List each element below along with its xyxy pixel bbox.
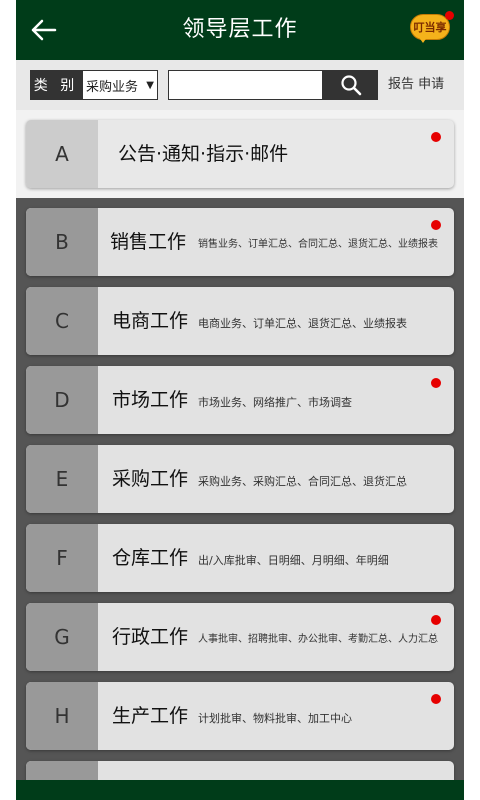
search-bar: 类 别 采购业务 ▼ 报告 申请 [16, 60, 464, 110]
module-card[interactable]: C 电商工作 电商业务、订单汇总、退货汇总、业绩报表 [26, 287, 454, 355]
module-card[interactable]: E 采购工作 采购业务、采购汇总、合同汇总、退货汇总 [26, 445, 454, 513]
card-title: 行政工作 [112, 626, 189, 648]
page-title: 领导层工作 [182, 17, 298, 42]
card-title: 公告·通知·指示·邮件 [118, 143, 289, 165]
card-letter: D [26, 366, 98, 434]
notice-section: A 公告·通知·指示·邮件 [16, 110, 464, 198]
notice-card[interactable]: A 公告·通知·指示·邮件 [26, 120, 454, 188]
category-value: 采购业务 [86, 79, 139, 95]
card-letter: G [26, 603, 98, 671]
app-logo[interactable]: 叮当享 [410, 11, 454, 44]
bottom-bar [16, 780, 464, 800]
card-letter [26, 761, 98, 780]
category-label: 类 别 [30, 70, 82, 100]
logo-bubble: 叮当享 [410, 14, 450, 40]
notification-dot [431, 132, 441, 142]
card-title: 生产工作 [112, 705, 189, 727]
search-input[interactable] [168, 70, 323, 100]
notification-dot [431, 220, 441, 230]
module-card[interactable]: D 市场工作 市场业务、网络推广、市场调查 [26, 366, 454, 434]
module-card[interactable] [26, 761, 454, 780]
card-letter: C [26, 287, 98, 355]
module-card[interactable]: H 生产工作 计划批审、物料批审、加工中心 [26, 682, 454, 750]
search-icon [340, 75, 361, 96]
card-title: 仓库工作 [112, 547, 189, 569]
category-select[interactable]: 采购业务 ▼ [82, 70, 158, 100]
module-card[interactable]: F 仓库工作 出/入库批审、日明细、月明细、年明细 [26, 524, 454, 592]
card-description: 市场业务、网络推广、市场调查 [198, 396, 352, 409]
card-title: 市场工作 [112, 389, 189, 411]
card-description: 销售业务、订单汇总、合同汇总、退货汇总、业绩报表 [198, 239, 438, 250]
notification-dot [431, 694, 441, 704]
card-letter: H [26, 682, 98, 750]
top-bar: 领导层工作 叮当享 [16, 0, 464, 60]
module-card[interactable]: G 行政工作 人事批审、招聘批审、办公批审、考勤汇总、人力汇总 [26, 603, 454, 671]
card-description: 电商业务、订单汇总、退货汇总、业绩报表 [198, 317, 407, 330]
card-description: 人事批审、招聘批审、办公批审、考勤汇总、人力汇总 [198, 634, 438, 645]
notification-dot [431, 378, 441, 388]
card-letter: E [26, 445, 98, 513]
card-title: 电商工作 [112, 310, 189, 332]
card-letter: F [26, 524, 98, 592]
card-description: 计划批审、物料批审、加工中心 [198, 712, 352, 725]
card-description: 采购业务、采购汇总、合同汇总、退货汇总 [198, 475, 407, 488]
notification-dot [431, 615, 441, 625]
module-list: B 销售工作 销售业务、订单汇总、合同汇总、退货汇总、业绩报表 C 电商工作 电商业务、订… [16, 198, 464, 780]
app-frame: 领导层工作 叮当享 类 别 采购业务 ▼ 报告 申请 A 公告·通知·指示·邮件… [16, 0, 464, 800]
card-letter: B [26, 208, 98, 276]
card-letter: A [26, 120, 98, 188]
card-title: 销售工作 [110, 231, 187, 253]
report-apply-link[interactable]: 报告 申请 [388, 70, 444, 100]
caret-down-icon: ▼ [146, 79, 154, 91]
card-title: 采购工作 [112, 468, 189, 490]
card-description: 出/入库批审、日明细、月明细、年明细 [198, 554, 389, 567]
logo-badge [445, 11, 454, 20]
search-button[interactable] [323, 70, 378, 100]
module-card[interactable]: B 销售工作 销售业务、订单汇总、合同汇总、退货汇总、业绩报表 [26, 208, 454, 276]
logo-bubble-tail [418, 36, 428, 43]
